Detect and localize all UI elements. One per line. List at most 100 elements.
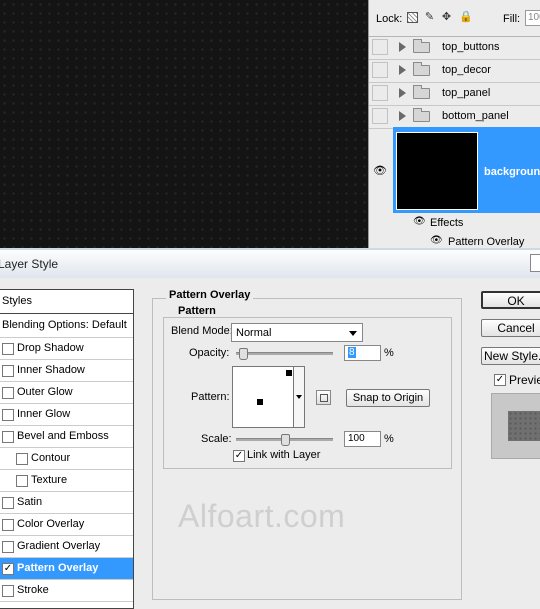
link-with-layer-label: Link with Layer bbox=[247, 449, 321, 461]
style-item-bevel-emboss[interactable]: Bevel and Emboss bbox=[0, 426, 133, 448]
visibility-toggle[interactable] bbox=[372, 62, 388, 78]
layer-style-dialog: Layer Style Styles Blending Options: Def… bbox=[0, 248, 540, 609]
layer-thumbnail bbox=[396, 132, 478, 210]
layer-row[interactable]: top_buttons bbox=[369, 36, 540, 60]
style-item-satin[interactable]: Satin bbox=[0, 492, 133, 514]
preview-checkbox[interactable]: ✓ bbox=[494, 374, 506, 386]
preview-thumbnail bbox=[508, 411, 540, 441]
style-item-pattern-overlay[interactable]: ✓ Pattern Overlay bbox=[0, 558, 133, 580]
stroke-checkbox[interactable] bbox=[2, 585, 14, 597]
layer-name: top_panel bbox=[442, 87, 491, 99]
folder-icon bbox=[413, 62, 430, 76]
bevel-emboss-checkbox[interactable] bbox=[2, 431, 14, 443]
style-item-outer-glow[interactable]: Outer Glow bbox=[0, 382, 133, 404]
style-item-stroke[interactable]: Stroke bbox=[0, 580, 133, 602]
drop-shadow-checkbox[interactable] bbox=[2, 343, 14, 355]
lock-toolbar: Lock: ✎ ✥ 🔒 Fill: 100 bbox=[369, 0, 540, 37]
preview-swatch bbox=[491, 393, 540, 459]
close-button[interactable] bbox=[530, 254, 540, 272]
opacity-unit: % bbox=[384, 347, 394, 359]
group-title: Pattern bbox=[175, 305, 219, 317]
dialog-titlebar[interactable]: Layer Style bbox=[0, 248, 540, 278]
style-item-gradient-overlay[interactable]: Gradient Overlay bbox=[0, 536, 133, 558]
style-item-label: Color Overlay bbox=[17, 518, 85, 530]
scale-label: Scale: bbox=[201, 433, 232, 445]
contour-checkbox[interactable] bbox=[16, 453, 28, 465]
opacity-slider-thumb[interactable] bbox=[239, 348, 248, 360]
style-item-inner-glow[interactable]: Inner Glow bbox=[0, 404, 133, 426]
style-item-color-overlay[interactable]: Color Overlay bbox=[0, 514, 133, 536]
folder-icon bbox=[413, 39, 430, 53]
expand-triangle-icon[interactable] bbox=[399, 111, 406, 121]
cancel-button[interactable]: Cancel bbox=[481, 319, 540, 337]
satin-checkbox[interactable] bbox=[2, 497, 14, 509]
lock-all-icon[interactable]: 🔒 bbox=[459, 12, 473, 23]
style-item-label: Pattern Overlay bbox=[17, 562, 99, 574]
color-overlay-checkbox[interactable] bbox=[2, 519, 14, 531]
link-with-layer-checkbox[interactable]: ✓ bbox=[233, 450, 245, 462]
effects-row[interactable]: 👁 Effects bbox=[369, 214, 540, 233]
blending-options-label: Blending Options: Default bbox=[2, 319, 127, 331]
lock-transparency-icon[interactable] bbox=[407, 12, 418, 23]
new-preset-button[interactable] bbox=[316, 390, 331, 405]
style-item-drop-shadow[interactable]: Drop Shadow bbox=[0, 338, 133, 360]
style-item-label: Gradient Overlay bbox=[17, 540, 101, 552]
opacity-value: 8 bbox=[348, 347, 356, 358]
layer-row[interactable]: top_panel bbox=[369, 82, 540, 106]
watermark: Alfoart.com bbox=[178, 498, 346, 534]
expand-triangle-icon[interactable] bbox=[399, 65, 406, 75]
effect-eye-icon[interactable]: 👁 bbox=[430, 235, 443, 246]
lock-move-icon[interactable]: ✥ bbox=[441, 12, 452, 23]
style-item-texture[interactable]: Texture bbox=[0, 470, 133, 492]
style-item-label: Outer Glow bbox=[17, 386, 73, 398]
style-item-label: Stroke bbox=[17, 584, 49, 596]
eye-icon[interactable]: 👁 bbox=[372, 163, 388, 179]
fill-input[interactable]: 100 bbox=[525, 10, 540, 26]
visibility-toggle[interactable] bbox=[372, 39, 388, 55]
pattern-swatch[interactable] bbox=[232, 366, 294, 428]
scale-input[interactable]: 100 bbox=[344, 431, 381, 447]
lock-brush-icon[interactable]: ✎ bbox=[424, 12, 435, 23]
texture-checkbox[interactable] bbox=[16, 475, 28, 487]
document-canvas[interactable] bbox=[0, 0, 368, 248]
inner-shadow-checkbox[interactable] bbox=[2, 365, 14, 377]
chevron-down-icon bbox=[349, 331, 357, 336]
background-layer-name: background bbox=[484, 166, 540, 178]
style-item-label: Drop Shadow bbox=[17, 342, 84, 354]
styles-header[interactable]: Styles bbox=[0, 290, 133, 314]
effect-item-label: Pattern Overlay bbox=[448, 236, 525, 248]
opacity-input[interactable]: 8 bbox=[344, 345, 381, 361]
blending-options-item[interactable]: Blending Options: Default bbox=[0, 314, 133, 338]
new-style-button[interactable]: New Style... bbox=[481, 347, 540, 365]
layer-name: bottom_panel bbox=[442, 110, 509, 122]
pattern-picker-button[interactable] bbox=[294, 366, 305, 428]
layer-name: top_decor bbox=[442, 64, 491, 76]
visibility-toggle[interactable] bbox=[372, 85, 388, 101]
scale-slider-thumb[interactable] bbox=[281, 434, 290, 446]
blend-mode-select[interactable]: Normal bbox=[231, 323, 363, 342]
opacity-slider-track[interactable] bbox=[236, 352, 333, 355]
snap-to-origin-button[interactable]: Snap to Origin bbox=[346, 389, 430, 407]
chevron-down-icon bbox=[296, 395, 302, 399]
expand-triangle-icon[interactable] bbox=[399, 42, 406, 52]
effects-eye-icon[interactable]: 👁 bbox=[413, 216, 426, 227]
expand-triangle-icon[interactable] bbox=[399, 88, 406, 98]
blend-mode-value: Normal bbox=[236, 327, 272, 339]
style-item-label: Contour bbox=[31, 452, 71, 464]
preview-label: Preview bbox=[509, 373, 540, 387]
layer-row[interactable]: top_decor bbox=[369, 59, 540, 83]
styles-list: Styles Blending Options: Default Drop Sh… bbox=[0, 289, 134, 609]
gradient-overlay-checkbox[interactable] bbox=[2, 541, 14, 553]
inner-glow-checkbox[interactable] bbox=[2, 409, 14, 421]
effects-label: Effects bbox=[430, 217, 464, 229]
style-item-inner-shadow[interactable]: Inner Shadow bbox=[0, 360, 133, 382]
style-item-label: Satin bbox=[17, 496, 43, 508]
visibility-toggle[interactable] bbox=[372, 108, 388, 124]
style-item-contour[interactable]: Contour bbox=[0, 448, 133, 470]
ok-button[interactable]: OK bbox=[481, 291, 540, 309]
folder-icon bbox=[413, 108, 430, 122]
layer-row[interactable]: bottom_panel bbox=[369, 105, 540, 129]
outer-glow-checkbox[interactable] bbox=[2, 387, 14, 399]
new-preset-icon bbox=[320, 394, 328, 402]
pattern-overlay-checkbox[interactable]: ✓ bbox=[2, 563, 14, 575]
